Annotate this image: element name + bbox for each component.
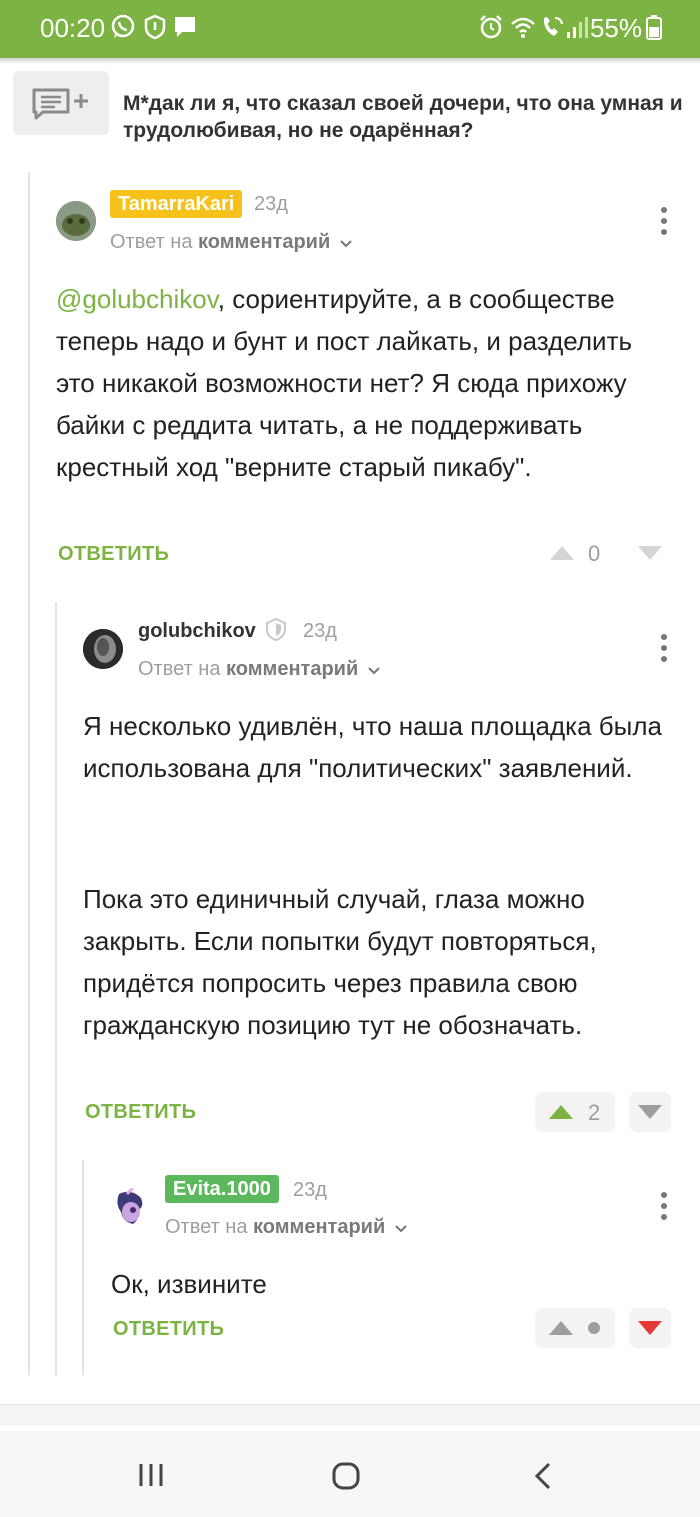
reply-button[interactable]: ОТВЕТИТЬ (113, 1318, 224, 1341)
reply-to-target: комментарий (226, 658, 359, 680)
upvote-icon (549, 1321, 573, 1335)
thread-line (82, 1160, 84, 1375)
system-nav-bar (0, 1431, 700, 1517)
footer-separator (0, 1404, 700, 1426)
avatar-image (111, 1188, 151, 1228)
avatar[interactable] (111, 1188, 151, 1228)
status-bar: 00:20 55% (0, 0, 700, 58)
reply-to-target: комментарий (198, 231, 331, 253)
reply-to-target: комментарий (253, 1216, 386, 1238)
author-badge[interactable]: Evita.1000 (165, 1175, 279, 1203)
shield-icon (144, 14, 166, 40)
downvote-button[interactable] (629, 1092, 671, 1132)
reply-to-prefix: Ответ на (110, 231, 193, 253)
recents-icon[interactable] (137, 1461, 165, 1489)
vote-count: 2 (588, 1100, 601, 1125)
chevron-down-icon (368, 667, 380, 675)
comment-paragraph: Пока это единичный случай, глаза можно з… (83, 884, 597, 1040)
wifi-call-icon (543, 17, 563, 36)
upvote-button[interactable]: 2 (535, 1092, 615, 1132)
thread-line (55, 602, 57, 1375)
alarm-icon (480, 15, 502, 39)
more-options-icon[interactable] (661, 207, 667, 235)
post-title[interactable]: М*дак ли я, что сказал своей дочери, что… (123, 90, 683, 144)
author-badge[interactable]: TamarraKari (110, 190, 243, 218)
comment-age: 23д (303, 620, 337, 642)
user-mention-link[interactable]: @golubchikov (56, 284, 218, 314)
battery-icon (646, 15, 662, 40)
signal-icon (567, 17, 588, 38)
upvote-icon[interactable] (549, 545, 575, 561)
downvote-icon (638, 1321, 662, 1335)
more-options-icon[interactable] (661, 634, 667, 662)
comment-text: @golubchikov, сориентируйте, а в сообщес… (56, 278, 666, 488)
upvote-icon (549, 1105, 573, 1119)
toolbar-shadow (0, 58, 700, 64)
whatsapp-icon (111, 14, 135, 38)
reply-to-link[interactable]: Ответ на комментарий (138, 658, 380, 681)
comment-age: 23д (293, 1179, 327, 1201)
reply-to-link[interactable]: Ответ на комментарий (165, 1216, 407, 1239)
more-options-icon[interactable] (661, 1192, 667, 1220)
chevron-down-icon (395, 1225, 407, 1233)
battery-percent: 55% (589, 13, 642, 43)
reply-to-prefix: Ответ на (165, 1216, 248, 1238)
reply-to-prefix: Ответ на (138, 658, 221, 680)
vote-count: 0 (588, 541, 601, 566)
reply-button[interactable]: ОТВЕТИТЬ (58, 543, 169, 566)
wifi-icon (511, 17, 535, 38)
avatar[interactable] (56, 201, 96, 241)
avatar-image (83, 629, 123, 669)
reply-to-link[interactable]: Ответ на комментарий (110, 231, 352, 254)
vote-dot-icon (588, 1322, 600, 1334)
moderator-shield-icon (266, 618, 286, 642)
comment-paragraph: Я несколько удивлён, что наша площадка б… (83, 711, 662, 783)
author-name[interactable]: golubchikov (138, 620, 256, 643)
comments-add-button[interactable] (13, 71, 109, 135)
reply-button[interactable]: ОТВЕТИТЬ (85, 1101, 196, 1124)
downvote-icon[interactable] (637, 545, 663, 561)
comment-age: 23д (254, 193, 288, 215)
chevron-down-icon (340, 240, 352, 248)
home-icon[interactable] (331, 1461, 361, 1491)
avatar-image (56, 201, 96, 241)
thread-line (28, 172, 30, 1375)
downvote-button[interactable] (629, 1308, 671, 1348)
avatar[interactable] (83, 629, 123, 669)
comments-add-icon (32, 88, 88, 120)
comment-text: Ок, извините (111, 1269, 267, 1299)
message-icon (175, 17, 195, 37)
downvote-icon (638, 1105, 662, 1119)
upvote-button[interactable] (535, 1308, 615, 1348)
back-icon[interactable] (533, 1461, 553, 1491)
status-time: 00:20 (40, 13, 106, 43)
